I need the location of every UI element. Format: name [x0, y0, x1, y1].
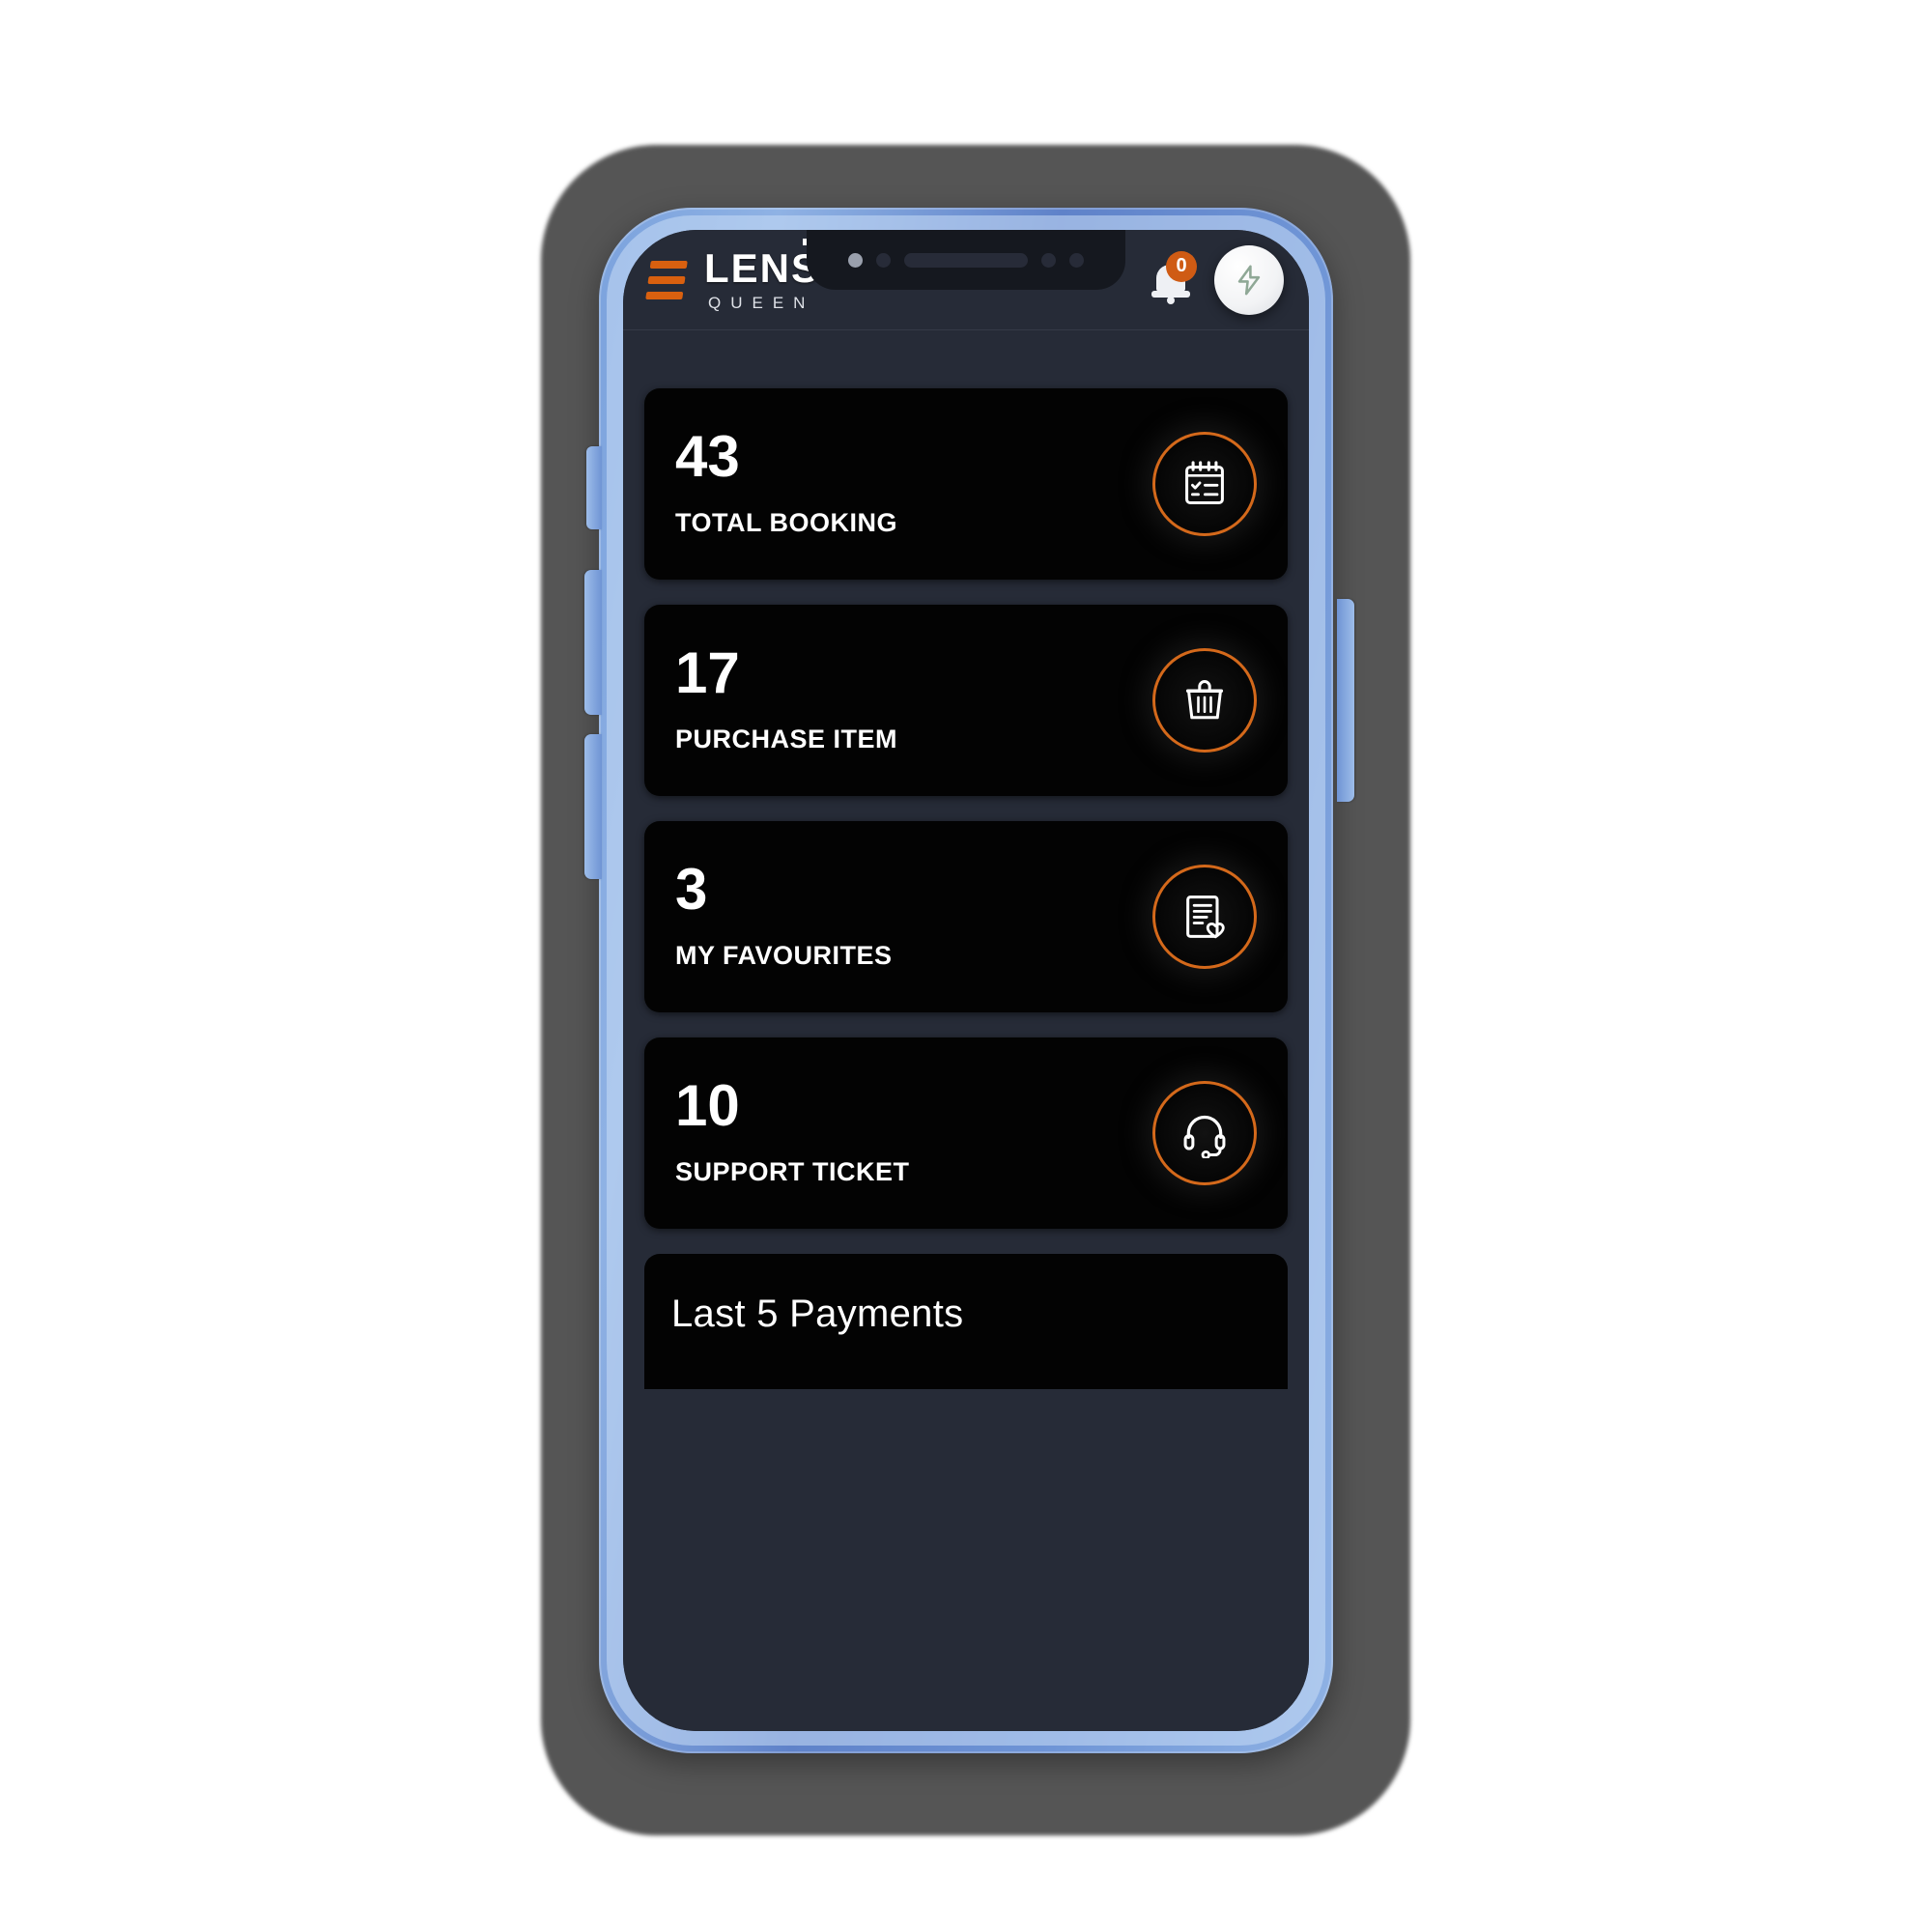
last-payments-panel: Last 5 Payments [644, 1254, 1288, 1389]
brand-tagline: QUEEN [708, 294, 815, 312]
stat-value: 43 [675, 423, 740, 489]
stat-label: PURCHASE ITEM [675, 724, 898, 753]
volume-down-button[interactable] [584, 734, 602, 879]
phone-screen: LENS QUEEN 0 43 TOTAL BOOKING 17 PURCHAS… [623, 230, 1309, 1731]
stat-card-text: 10 SUPPORT TICKET [675, 1072, 910, 1187]
ambient-light-sensor-icon [876, 252, 891, 268]
stat-card-total-booking[interactable]: 43 TOTAL BOOKING [644, 388, 1288, 580]
notification-badge: 0 [1166, 250, 1197, 282]
clipboard-checklist-icon [1185, 461, 1224, 505]
headset-icon [1183, 1115, 1226, 1158]
earpiece-speaker-icon [904, 252, 1028, 268]
stat-icon-badge [1152, 865, 1257, 969]
stat-card-support-ticket[interactable]: 10 SUPPORT TICKET [644, 1037, 1288, 1229]
quick-action-button[interactable] [1214, 244, 1284, 315]
stat-label: MY FAVOURITES [675, 940, 893, 970]
silent-switch-button[interactable] [586, 446, 602, 529]
stat-icon-badge [1152, 1081, 1257, 1185]
stat-card-text: 43 TOTAL BOOKING [675, 423, 898, 538]
stat-card-text: 3 MY FAVOURITES [675, 856, 893, 971]
stat-value: 10 [675, 1072, 740, 1138]
hamburger-bar [645, 291, 684, 299]
last-payments-title: Last 5 Payments [671, 1293, 964, 1335]
hamburger-bar [649, 260, 688, 269]
dashboard-content: 43 TOTAL BOOKING 17 PURCHASE ITEM 3 MY F… [623, 330, 1309, 1731]
stat-label: TOTAL BOOKING [675, 507, 898, 537]
stat-card-purchase-item[interactable]: 17 PURCHASE ITEM [644, 605, 1288, 796]
stat-label: SUPPORT TICKET [675, 1156, 910, 1186]
stat-value: 3 [675, 856, 708, 922]
notification-bell-button[interactable]: 0 [1151, 250, 1197, 304]
shopping-basket-icon [1185, 680, 1224, 720]
header-actions: 0 [1151, 244, 1284, 315]
proximity-sensor-icon [848, 252, 863, 268]
lightning-bolt-icon [1237, 265, 1261, 295]
volume-up-button[interactable] [584, 570, 602, 715]
front-camera-icon [1041, 252, 1056, 268]
dot-projector-icon [1069, 252, 1084, 268]
stat-icon-badge [1152, 648, 1257, 753]
stat-icon-badge [1152, 432, 1257, 536]
hamburger-bar [647, 275, 686, 284]
brand-logo[interactable]: LENS QUEEN [704, 239, 854, 312]
stat-card-my-favourites[interactable]: 3 MY FAVOURITES [644, 821, 1288, 1012]
hamburger-menu-icon[interactable] [645, 260, 690, 299]
content-top-spacer [644, 330, 1288, 388]
stat-value: 17 [675, 639, 740, 705]
power-button[interactable] [1337, 599, 1354, 802]
phone-notch [807, 230, 1125, 290]
document-heart-icon [1186, 895, 1225, 939]
stat-card-text: 17 PURCHASE ITEM [675, 639, 898, 754]
screenshot-stage: LENS QUEEN 0 43 TOTAL BOOKING 17 PURCHAS… [0, 0, 1932, 1932]
